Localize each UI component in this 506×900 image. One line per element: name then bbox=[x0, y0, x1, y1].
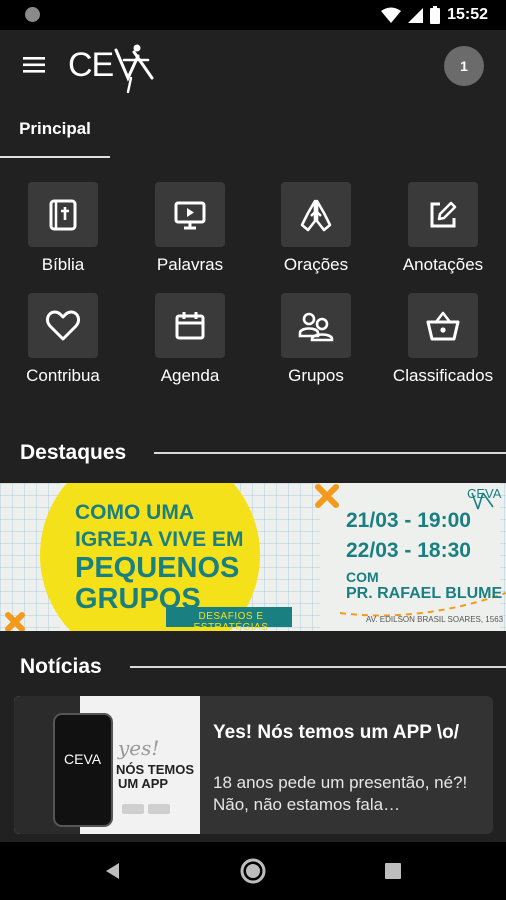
edit-note-icon bbox=[430, 201, 457, 227]
news-excerpt: 18 anos pede um presentão, né?! Não, não… bbox=[213, 773, 468, 814]
news-thumbnail: CEVA yes! NÓS TEMOS UM APP bbox=[14, 696, 200, 834]
back-button[interactable] bbox=[98, 856, 128, 886]
banner-subtitle: DESAFIOS E ESTRATÉGIAS bbox=[193, 611, 269, 631]
ceva-logo: CE bbox=[68, 44, 154, 94]
bible-icon bbox=[49, 199, 77, 230]
banner-logo: CEVA bbox=[467, 486, 502, 501]
grid-label: Palavras bbox=[156, 255, 224, 274]
menu-button[interactable] bbox=[22, 52, 48, 78]
tile bbox=[408, 182, 478, 247]
status-bar: 15:52 bbox=[0, 0, 506, 30]
grid-item-grupos[interactable]: Grupos bbox=[253, 276, 379, 386]
calendar-icon bbox=[175, 311, 205, 339]
svg-text:CE: CE bbox=[68, 46, 114, 84]
thumb-text: UM APP bbox=[118, 776, 169, 791]
news-section-header: Notícias bbox=[20, 652, 506, 682]
banner-headline-line: PEQUENOS bbox=[75, 552, 240, 584]
thumb-text: yes! bbox=[118, 736, 160, 760]
featured-banner[interactable]: COMO UMA IGREJA VIVE EM PEQUENOS GRUPOS … bbox=[0, 483, 506, 631]
grid-label: Classificados bbox=[392, 366, 494, 385]
group-icon bbox=[298, 312, 334, 341]
news-title: Yes! Nós temos um APP \o/ bbox=[213, 722, 460, 743]
tile bbox=[408, 293, 478, 358]
home-button[interactable] bbox=[238, 856, 268, 886]
avatar[interactable]: 1 bbox=[444, 46, 484, 86]
thumb-text: NÓS TEMOS bbox=[116, 762, 195, 777]
system-nav-bar bbox=[0, 842, 506, 900]
status-time: 15:52 bbox=[447, 6, 488, 23]
section-divider bbox=[129, 666, 506, 668]
grid-item-classificados[interactable]: Classificados bbox=[380, 276, 506, 386]
banner-date-2: 22/03 - 18:30 bbox=[346, 539, 471, 562]
tile bbox=[281, 182, 351, 247]
banner-with: COM bbox=[346, 569, 379, 585]
grid-item-contribua[interactable]: Contribua bbox=[0, 276, 126, 386]
tile bbox=[281, 293, 351, 358]
back-triangle-icon bbox=[106, 863, 119, 879]
app-bar: CE 1 bbox=[0, 30, 506, 100]
recents-square-icon bbox=[385, 863, 401, 879]
grid-label: Anotações bbox=[402, 255, 484, 274]
grid-item-agenda[interactable]: Agenda bbox=[127, 276, 253, 386]
status-icons: 15:52 bbox=[381, 5, 488, 25]
recents-button[interactable] bbox=[378, 856, 408, 886]
praying-hands-icon bbox=[300, 199, 332, 231]
tile bbox=[155, 182, 225, 247]
section-title: Destaques bbox=[20, 441, 127, 464]
grid-item-palavras[interactable]: Palavras bbox=[127, 165, 253, 275]
basket-icon bbox=[426, 311, 460, 340]
grid-item-oracoes[interactable]: Orações bbox=[253, 165, 379, 275]
banner-headline-line: IGREJA VIVE EM bbox=[75, 528, 244, 551]
section-divider bbox=[154, 452, 506, 454]
banner-headline: COMO UMA IGREJA VIVE EM PEQUENOS GRUPOS bbox=[75, 499, 255, 615]
heart-icon bbox=[46, 310, 80, 340]
grid-label: Agenda bbox=[160, 366, 220, 385]
grid-label: Orações bbox=[283, 255, 349, 274]
featured-section-header: Destaques bbox=[20, 438, 506, 468]
tab-bar: Principal bbox=[0, 100, 506, 160]
tile bbox=[155, 293, 225, 358]
tab-principal[interactable]: Principal bbox=[0, 100, 110, 158]
news-card[interactable]: CEVA yes! NÓS TEMOS UM APP Yes! Nós temo… bbox=[14, 696, 493, 834]
banner-date-1: 21/03 - 19:00 bbox=[346, 509, 471, 532]
banner-address: AV. EDILSON BRASIL SOARES, 1563 bbox=[366, 615, 504, 624]
grid-item-biblia[interactable]: Bíblia bbox=[0, 165, 126, 275]
tile bbox=[28, 182, 98, 247]
section-title: Notícias bbox=[20, 655, 102, 678]
banner-headline-line: COMO UMA bbox=[75, 501, 194, 524]
battery-icon bbox=[430, 6, 441, 24]
signal-icon bbox=[408, 7, 424, 23]
notification-dot-icon bbox=[25, 7, 40, 22]
tab-indicator bbox=[0, 156, 110, 158]
grid-label: Contribua bbox=[26, 366, 100, 385]
home-circle-icon bbox=[240, 858, 266, 884]
monitor-play-icon bbox=[174, 201, 206, 229]
thumb-logo: CEVA bbox=[64, 751, 102, 767]
wifi-icon bbox=[381, 7, 402, 23]
grid-label: Bíblia bbox=[41, 255, 85, 274]
hamburger-menu-icon bbox=[23, 57, 45, 73]
banner-speaker: PR. RAFAEL BLUME bbox=[346, 585, 503, 602]
tile bbox=[28, 293, 98, 358]
grid-label: Grupos bbox=[288, 366, 344, 385]
grid-item-anotacoes[interactable]: Anotações bbox=[380, 165, 506, 275]
